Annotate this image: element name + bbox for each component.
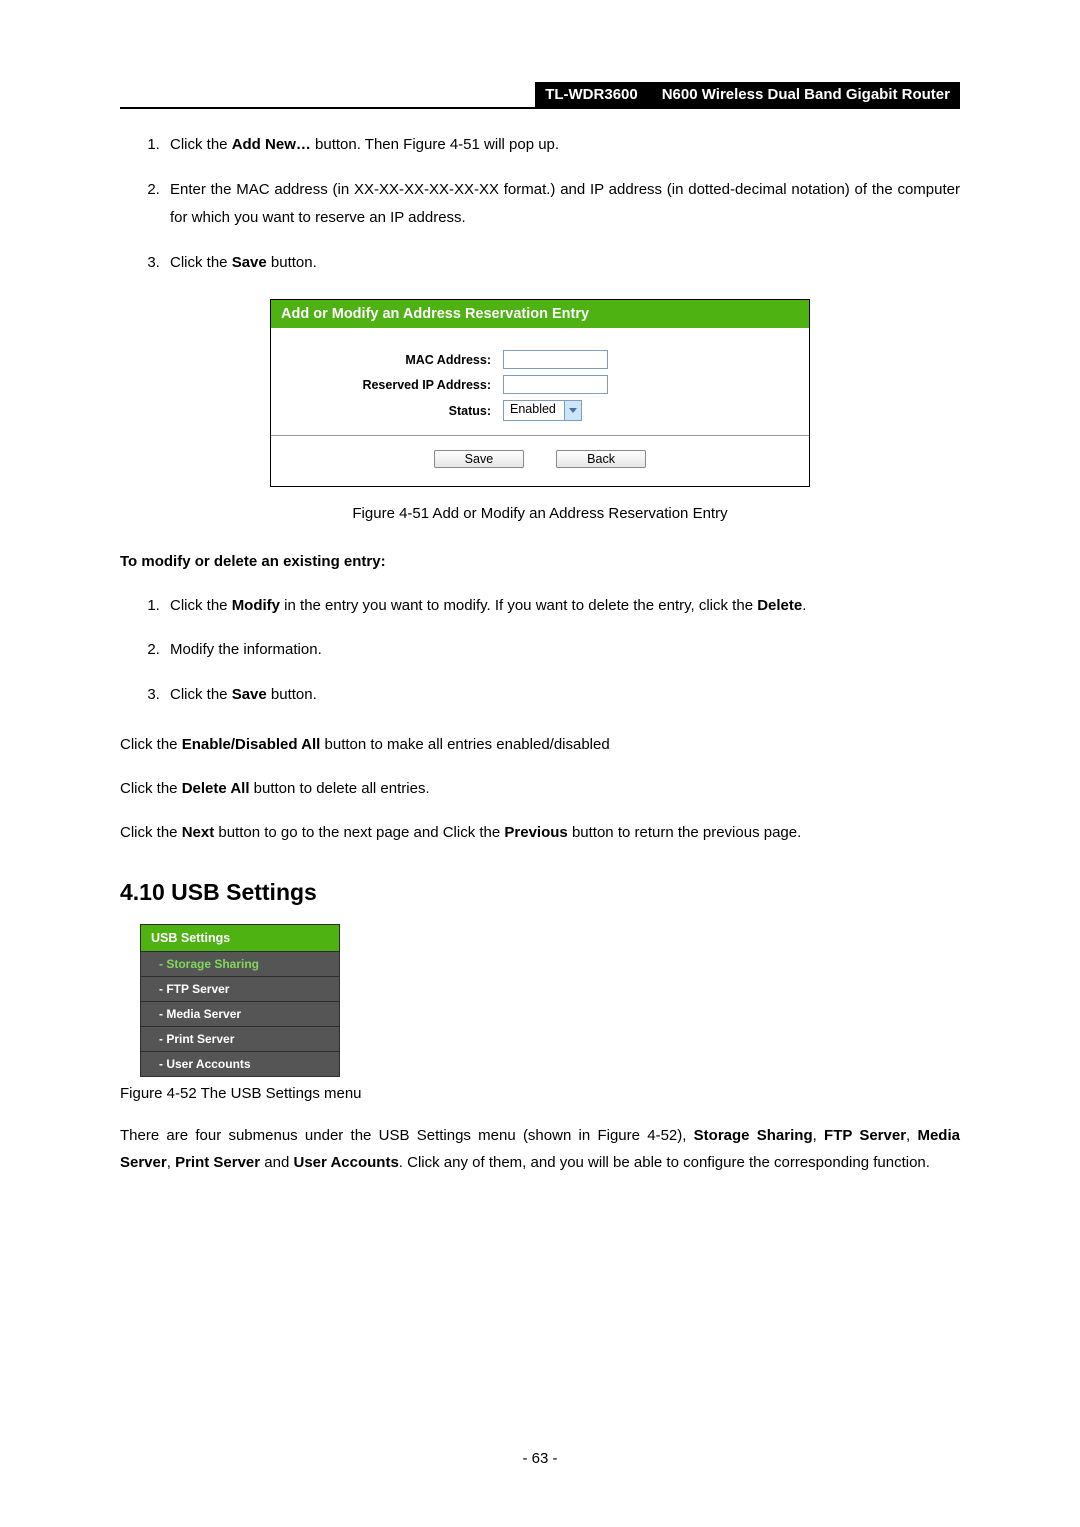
figure-451-title: Add or Modify an Address Reservation Ent…: [271, 300, 809, 328]
save-button[interactable]: Save: [434, 450, 524, 468]
steps-add-new: Click the Add New… button. Then Figure 4…: [120, 131, 960, 277]
figure-452-menu: USB Settings - Storage Sharing - FTP Ser…: [140, 924, 340, 1077]
status-select[interactable]: Enabled: [503, 400, 582, 421]
page-header: TL-WDR3600 N600 Wireless Dual Band Gigab…: [120, 82, 960, 109]
menu-item-ftp-server[interactable]: - FTP Server: [140, 977, 340, 1002]
modify-step-2: Modify the information.: [164, 636, 960, 665]
chevron-down-icon: [564, 401, 581, 420]
modify-step-1: Click the Modify in the entry you want t…: [164, 592, 960, 621]
menu-item-user-accounts[interactable]: - User Accounts: [140, 1052, 340, 1077]
label-ip: Reserved IP Address:: [271, 378, 503, 392]
figure-452-caption: Figure 4-52 The USB Settings menu: [120, 1085, 960, 1102]
menu-item-print-server[interactable]: - Print Server: [140, 1027, 340, 1052]
label-mac: MAC Address:: [271, 353, 503, 367]
mac-address-input[interactable]: [503, 350, 608, 369]
model-label: TL-WDR3600: [535, 82, 648, 107]
product-label: N600 Wireless Dual Band Gigabit Router: [648, 82, 960, 107]
back-button[interactable]: Back: [556, 450, 646, 468]
step-3: Click the Save button.: [164, 249, 960, 278]
steps-modify: Click the Modify in the entry you want t…: [120, 592, 960, 710]
paragraph-enable-all: Click the Enable/Disabled All button to …: [120, 731, 960, 759]
status-value: Enabled: [504, 401, 564, 420]
figure-451-caption: Figure 4-51 Add or Modify an Address Res…: [120, 505, 960, 522]
page-number: - 63 -: [0, 1450, 1080, 1467]
paragraph-usb-desc: There are four submenus under the USB Se…: [120, 1122, 960, 1178]
label-status: Status:: [271, 404, 503, 418]
figure-451: Add or Modify an Address Reservation Ent…: [270, 299, 810, 487]
menu-item-media-server[interactable]: - Media Server: [140, 1002, 340, 1027]
step-1: Click the Add New… button. Then Figure 4…: [164, 131, 960, 160]
reserved-ip-input[interactable]: [503, 375, 608, 394]
modify-step-3: Click the Save button.: [164, 681, 960, 710]
modify-heading: To modify or delete an existing entry:: [120, 548, 960, 576]
menu-item-storage-sharing[interactable]: - Storage Sharing: [140, 952, 340, 977]
section-heading-usb: 4.10 USB Settings: [120, 879, 960, 906]
paragraph-delete-all: Click the Delete All button to delete al…: [120, 775, 960, 803]
step-2: Enter the MAC address (in XX-XX-XX-XX-XX…: [164, 176, 960, 233]
menu-header: USB Settings: [140, 924, 340, 952]
paragraph-next-previous: Click the Next button to go to the next …: [120, 819, 960, 847]
